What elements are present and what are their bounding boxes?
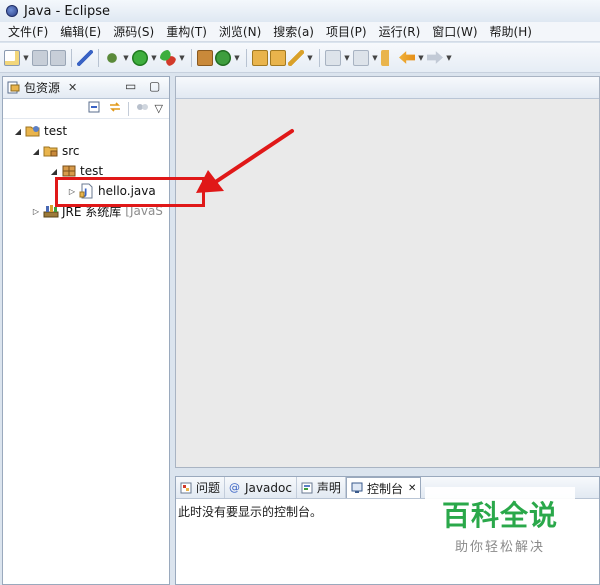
search-icon[interactable] [288,49,304,66]
tab-javadoc[interactable]: @ Javadoc [225,477,297,498]
external-tools-icon[interactable] [160,49,176,66]
source-folder-icon [43,143,59,159]
maximize-icon[interactable]: ▢ [149,79,160,93]
package-explorer-tab-label: 包资源 [24,81,61,95]
package-explorer-view: 包资源 ✕ ▭ ▢ ▽ ◢ test ◢ src ◢ test ▷ J hell… [2,76,170,585]
menu-edit[interactable]: 编辑(E) [54,23,107,40]
package-explorer-icon [7,81,20,94]
toolbar-separator [191,48,192,67]
new-class-dropdown-icon[interactable]: ▼ [233,50,241,66]
run-icon[interactable] [132,49,148,66]
search-dropdown-icon[interactable]: ▼ [306,50,314,66]
menu-source[interactable]: 源码(S) [107,23,160,40]
main-toolbar: ▼ ▼ ▼ ▼ ▼ ▼ ▼ ▼ ▼ ▼ [0,43,600,73]
tree-item-label: src [62,144,80,158]
expanded-icon[interactable]: ◢ [31,147,41,156]
watermark-title: 百科全说 [441,498,558,532]
new-class-icon[interactable] [215,49,231,66]
view-menu-icon[interactable]: ▽ [155,102,163,115]
expanded-icon[interactable]: ◢ [13,127,23,136]
menu-refactor[interactable]: 重构(T) [160,23,213,40]
tab-label: 控制台 [366,481,403,496]
toolbar-separator [71,48,72,67]
open-folder-icon[interactable] [270,49,286,66]
package-explorer-toolbar: ▽ [3,99,169,119]
collapsed-icon[interactable]: ▷ [31,207,41,216]
new-package-icon[interactable] [197,49,213,66]
focus-icon[interactable] [135,100,149,117]
close-icon[interactable]: ✕ [68,81,77,94]
tab-label: 问题 [196,481,221,495]
new-dropdown-icon[interactable]: ▼ [22,50,30,66]
expanded-icon[interactable]: ◢ [49,167,59,176]
menu-search[interactable]: 搜索(a) [267,23,320,40]
debug-dropdown-icon[interactable]: ▼ [122,50,130,66]
at-icon: @ [229,480,241,494]
menu-help[interactable]: 帮助(H) [484,23,538,40]
console-icon [351,482,363,494]
minimize-icon[interactable]: ▭ [125,79,136,93]
package-explorer-tab[interactable]: 包资源 ✕ ▭ ▢ [3,77,169,99]
watermark-subtitle: 助你轻松解决 [454,539,545,555]
toolbar-separator [319,48,320,67]
java-project-icon [25,123,41,139]
annotation-highlight-box [55,177,205,207]
back-arrow-icon[interactable] [399,51,415,64]
open-type-icon[interactable] [252,49,268,66]
tab-label: 声明 [316,481,341,495]
toolbar-separator [98,48,99,67]
editor-tab-strip [176,77,599,99]
menu-project[interactable]: 项目(P) [320,23,373,40]
next-annotation-dropdown-icon[interactable]: ▼ [343,50,351,66]
next-annotation-icon[interactable] [325,49,341,66]
link-with-editor-icon[interactable] [108,100,122,117]
tree-item-project[interactable]: ◢ test [3,121,169,141]
tree-item-label: test [80,164,104,178]
forward-dropdown-icon[interactable]: ▼ [445,50,453,66]
tree-item-src[interactable]: ◢ src [3,141,169,161]
external-tools-dropdown-icon[interactable]: ▼ [178,50,186,66]
window-title: Java - Eclipse [24,3,111,19]
menu-window[interactable]: 窗口(W) [426,23,483,40]
prev-annotation-dropdown-icon[interactable]: ▼ [371,50,379,66]
toolbar-separator [127,101,129,116]
eclipse-logo-icon [6,5,18,17]
tab-console[interactable]: 控制台 ✕ [345,477,422,498]
menu-navigate[interactable]: 浏览(N) [213,23,267,40]
title-bar: Java - Eclipse [0,0,600,22]
toolbar-separator [246,48,247,67]
problems-icon [180,482,192,494]
save-all-icon[interactable] [50,49,66,66]
tab-problems[interactable]: 问题 [176,477,226,498]
menu-file[interactable]: 文件(F) [2,23,54,40]
collapse-all-icon[interactable] [88,100,102,117]
last-edit-icon[interactable] [381,49,397,66]
new-icon[interactable] [4,49,20,66]
declaration-icon [301,482,313,494]
forward-arrow-icon[interactable] [427,51,443,64]
menu-run[interactable]: 运行(R) [373,23,427,40]
tab-declaration[interactable]: 声明 [297,477,346,498]
debug-icon[interactable] [104,49,120,66]
back-dropdown-icon[interactable]: ▼ [417,50,425,66]
prev-annotation-icon[interactable] [353,49,369,66]
close-icon[interactable]: ✕ [408,483,416,494]
watermark-logo: 百科全说 助你轻松解决 [425,487,575,561]
annotation-arrow-icon [196,129,294,193]
tree-item-label: test [44,124,68,138]
run-dropdown-icon[interactable]: ▼ [150,50,158,66]
save-icon[interactable] [32,49,48,66]
skip-breakpoints-icon[interactable] [77,49,93,66]
menu-bar: 文件(F) 编辑(E) 源码(S) 重构(T) 浏览(N) 搜索(a) 项目(P… [0,22,600,42]
tab-label: Javadoc [245,480,292,495]
